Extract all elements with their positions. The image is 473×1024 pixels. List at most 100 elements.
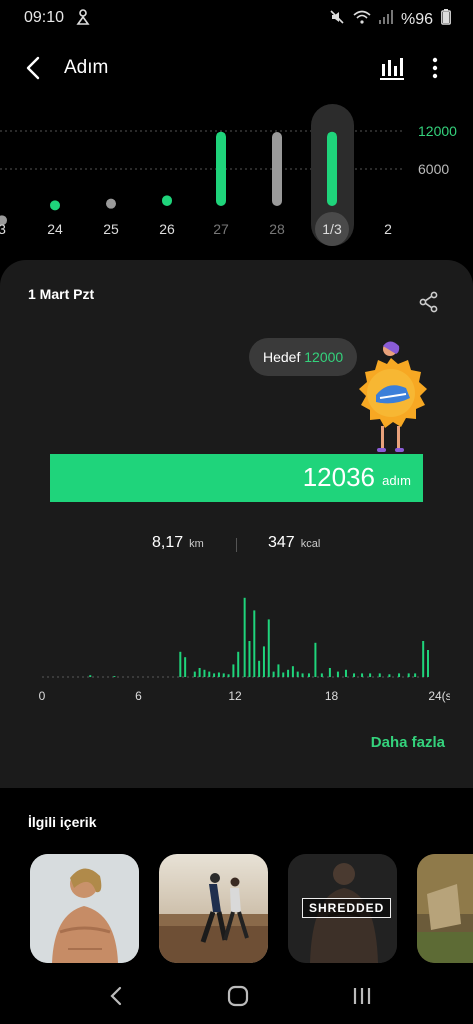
weekly-day-label: 26 <box>159 221 175 237</box>
back-icon[interactable] <box>20 54 48 82</box>
hourly-bar <box>277 664 280 677</box>
hourly-bar <box>378 673 381 677</box>
goal-value: 12000 <box>304 349 344 365</box>
system-nav-bar <box>0 968 473 1024</box>
hourly-bar <box>353 673 356 677</box>
hourly-bar <box>222 673 225 677</box>
hourly-bar <box>344 669 347 677</box>
hourly-bar <box>272 671 275 677</box>
hourly-bar <box>203 669 206 677</box>
steps-unit: adım <box>382 473 411 488</box>
hourly-bar <box>291 666 294 677</box>
hourly-bar <box>248 641 251 677</box>
battery-level: %96 <box>400 10 433 28</box>
hourly-bar <box>336 671 339 677</box>
hourly-bar <box>237 651 240 677</box>
hourly-bar <box>227 674 230 677</box>
weekly-tick-label: 6000 <box>418 161 449 177</box>
hourly-steps-chart[interactable]: 0 6 12 18 24(s) <box>30 560 456 710</box>
bar-chart-icon[interactable] <box>378 54 406 82</box>
page-title: Adım <box>64 57 109 78</box>
hourly-bar <box>287 669 290 677</box>
hourly-bar <box>282 672 285 677</box>
app-header: Adım <box>0 44 473 92</box>
calories-unit: kcal <box>300 538 321 550</box>
hourly-bar <box>184 657 187 677</box>
hourly-bar <box>369 673 372 677</box>
hourly-bar <box>388 674 391 677</box>
hourly-bar <box>217 672 220 677</box>
hourly-bar <box>243 597 246 677</box>
goal-label: Hedef <box>263 349 301 365</box>
related-item-outdoor-run[interactable] <box>417 854 473 963</box>
related-content-title: İlgili içerik <box>28 814 97 830</box>
distance-stat: 8,17 km <box>152 534 204 552</box>
hourly-bar <box>414 673 417 677</box>
related-item-shredded[interactable]: SHREDDED <box>288 854 397 963</box>
more-options-icon[interactable] <box>424 54 446 82</box>
share-icon[interactable] <box>418 291 440 313</box>
weekly-steps-chart[interactable]: 12000 6000 3 24 25 26 27 28 1/3 2 <box>0 100 473 250</box>
hourly-tick-label: 6 <box>135 689 142 703</box>
hourly-bar <box>296 671 299 677</box>
hourly-bar <box>307 673 310 677</box>
weekly-day-label: 25 <box>103 221 119 237</box>
more-link[interactable]: Daha fazla <box>371 734 445 751</box>
hourly-bar <box>328 668 331 677</box>
steps-count: 12036 <box>302 462 375 492</box>
hourly-tick-label: 18 <box>325 689 339 703</box>
hourly-bar <box>113 676 116 677</box>
status-bar: 09:10 %96 <box>0 0 473 36</box>
hourly-bar <box>422 641 425 677</box>
mute-icon <box>329 9 345 30</box>
hourly-tick-label: 0 <box>39 689 46 703</box>
goal-bubble: Hedef 12000 <box>249 338 358 376</box>
hourly-bar <box>361 673 364 677</box>
hourly-bar <box>427 650 429 677</box>
nav-back-icon[interactable] <box>102 982 130 1010</box>
hourly-tick-label: 24(s) <box>428 689 450 703</box>
hourly-bar <box>208 671 211 677</box>
weekly-bar <box>272 132 282 206</box>
hourly-bar <box>267 619 270 677</box>
hourly-bar <box>314 642 317 677</box>
mascot-illustration <box>350 340 432 456</box>
hourly-bar <box>213 673 216 677</box>
nav-recents-icon[interactable] <box>348 982 376 1010</box>
steps-progress-bar: 12036 adım <box>50 454 423 502</box>
weekly-bar <box>216 131 226 206</box>
related-item-muscle-man[interactable] <box>30 854 139 963</box>
nav-home-icon[interactable] <box>224 982 252 1010</box>
related-item-runners[interactable] <box>159 854 268 963</box>
distance-value: 8,17 <box>152 534 184 551</box>
weekly-bar <box>50 200 60 211</box>
weekly-day-label: 28 <box>269 221 285 237</box>
weekly-bar <box>327 131 337 206</box>
weekly-day-label: 1/3 <box>322 221 342 237</box>
weekly-day-label: 3 <box>0 221 6 237</box>
hourly-bar <box>193 671 196 677</box>
signal-icon <box>378 10 393 29</box>
calories-stat: 347 kcal <box>268 534 320 552</box>
shredded-label: SHREDDED <box>302 898 392 918</box>
calories-value: 347 <box>268 534 295 551</box>
notification-icon <box>76 9 90 30</box>
summary-date: 1 Mart Pzt <box>28 286 95 302</box>
hourly-bar <box>253 610 256 677</box>
hourly-bar <box>232 664 235 677</box>
hourly-bar <box>258 660 261 677</box>
hourly-bar <box>407 673 410 677</box>
weekly-tick-label: 12000 <box>418 123 457 139</box>
weekly-day-label: 2 <box>384 221 392 237</box>
weekly-bar <box>106 198 116 209</box>
weekly-day-label: 24 <box>47 221 63 237</box>
stat-divider <box>236 538 237 552</box>
hourly-bar <box>398 673 401 677</box>
hourly-bar <box>262 646 265 677</box>
wifi-icon <box>353 10 371 29</box>
daily-summary-card: 1 Mart Pzt Hedef 12000 12036 adım 8,17 km… <box>0 260 473 788</box>
hourly-bar <box>301 673 304 677</box>
hourly-bar <box>89 675 92 677</box>
status-time: 09:10 <box>24 9 65 26</box>
hourly-tick-label: 12 <box>228 689 242 703</box>
